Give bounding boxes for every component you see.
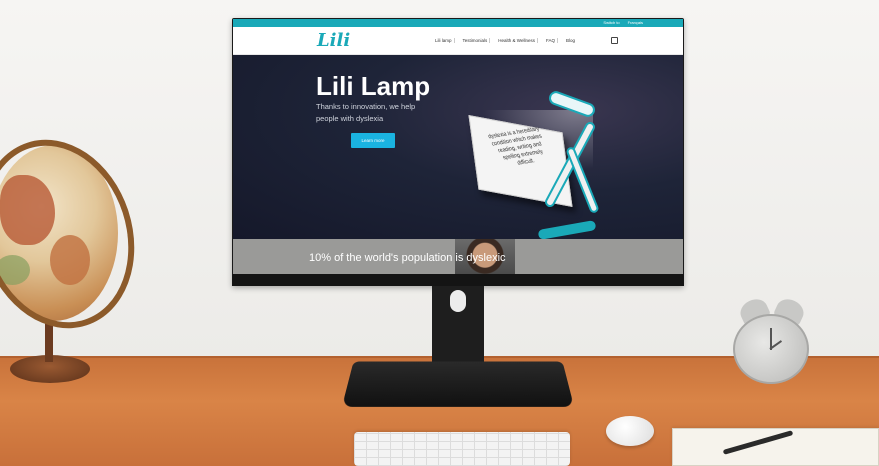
main-nav: Lili lamp Testimonials Health & Wellness… (433, 38, 577, 43)
stats-strip: 10% of the world's population is dyslexi… (233, 239, 683, 275)
hero-banner: dyslexia is a hereditary condition which… (233, 55, 683, 240)
topbar-link[interactable]: Switch to (603, 20, 619, 25)
cable-hole (450, 290, 466, 312)
topbar-link[interactable]: Français (628, 20, 643, 25)
monitor-chin (232, 274, 684, 286)
mouse (606, 416, 654, 446)
hero-title: Lili Lamp (316, 71, 431, 101)
keyboard (354, 432, 570, 466)
lamp-base (537, 220, 597, 240)
cart-icon[interactable] (611, 37, 618, 44)
nav-item[interactable]: FAQ (544, 38, 558, 43)
website-header: Lili Lili lamp Testimonials Health & Wel… (233, 27, 683, 55)
monitor-stand-base (341, 361, 575, 407)
nav-item[interactable]: Blog (564, 38, 577, 43)
hero-subtitle: Thanks to innovation, we help people wit… (316, 102, 416, 123)
nav-item[interactable]: Health & Wellness (496, 38, 538, 43)
website-topbar: Switch to Français (233, 19, 683, 27)
stats-text: 10% of the world's population is dyslexi… (309, 252, 506, 264)
site-logo[interactable]: Lili (317, 30, 350, 51)
monitor-screen: Switch to Français Lili Lili lamp Testim… (233, 19, 683, 275)
nav-item[interactable]: Lili lamp (433, 38, 455, 43)
nav-item[interactable]: Testimonials (461, 38, 491, 43)
learn-more-button[interactable]: Learn more (351, 133, 395, 148)
book-text: dyslexia is a hereditary condition which… (487, 126, 545, 167)
language-switcher[interactable]: Switch to Français (603, 20, 643, 25)
